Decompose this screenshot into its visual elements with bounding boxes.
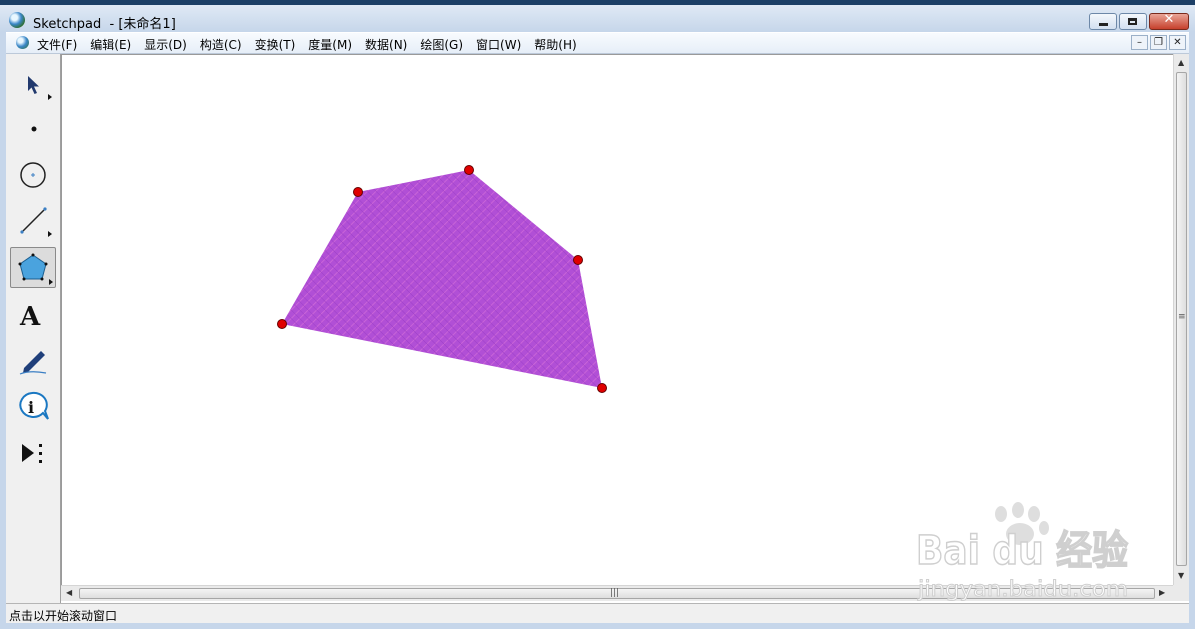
arrow-icon: [28, 76, 52, 100]
polygon-icon: [18, 253, 53, 285]
maximize-button[interactable]: [1119, 13, 1147, 30]
menu-bar: 文件(F) 编辑(E) 显示(D) 构造(C) 变换(T) 度量(M) 数据(N…: [6, 33, 1189, 54]
polygon-tool[interactable]: [10, 247, 56, 288]
doc-minimize-button[interactable]: –: [1131, 35, 1148, 50]
minimize-icon: [1099, 23, 1108, 26]
custom-tool[interactable]: [10, 432, 56, 473]
menu-measure[interactable]: 度量(M): [308, 36, 352, 53]
scroll-corner: [1173, 585, 1189, 601]
vertex-point[interactable]: [353, 187, 363, 197]
scroll-left-arrow-icon[interactable]: ◀: [66, 588, 72, 598]
window-controls: ✕: [1089, 12, 1189, 30]
menu-transform[interactable]: 变换(T): [255, 36, 296, 53]
vertical-scrollbar[interactable]: ▲ ≡ ▼: [1173, 54, 1189, 585]
polygon-interior[interactable]: [282, 170, 602, 388]
scroll-down-arrow-icon[interactable]: ▼: [1178, 571, 1184, 581]
baidu-watermark: Bai du 经验 jingyan.baidu.com: [916, 502, 1129, 602]
window-title: Sketchpad - [未命名1]: [33, 17, 176, 32]
vertex-point[interactable]: [464, 165, 474, 175]
menu-display[interactable]: 显示(D): [144, 36, 187, 53]
menu-window[interactable]: 窗口(W): [476, 36, 521, 53]
arrow-tool[interactable]: [10, 64, 56, 105]
window-frame-bottom: [0, 623, 1195, 629]
title-bar[interactable]: Sketchpad - [未命名1] ✕: [0, 5, 1195, 32]
minimize-button[interactable]: [1089, 13, 1117, 30]
toolbox: A i: [6, 54, 61, 603]
vertical-scroll-thumb[interactable]: ≡: [1176, 72, 1187, 566]
document-window-controls: – ❐ ✕: [1131, 35, 1186, 50]
vertex-point[interactable]: [277, 319, 287, 329]
svg-text:A: A: [19, 302, 41, 332]
restore-icon: [1128, 18, 1137, 25]
compass-icon: [20, 162, 46, 188]
menu-file[interactable]: 文件(F): [37, 36, 77, 53]
menu-help[interactable]: 帮助(H): [534, 36, 576, 53]
information-tool[interactable]: i: [10, 386, 56, 427]
custom-tool-icon: [22, 444, 42, 463]
point-tool[interactable]: [10, 109, 56, 150]
marker-tool[interactable]: [10, 340, 56, 381]
close-icon: ✕: [1163, 12, 1175, 27]
document-icon[interactable]: [16, 36, 29, 49]
text-tool[interactable]: A: [10, 294, 56, 335]
app-icon: [9, 12, 25, 28]
grip-icon: |||: [610, 588, 620, 598]
svg-text:i: i: [28, 398, 34, 417]
vertex-point[interactable]: [573, 255, 583, 265]
vertex-point[interactable]: [597, 383, 607, 393]
straightedge-icon: [20, 207, 52, 237]
menu-graph[interactable]: 绘图(G): [420, 36, 463, 53]
menu-items: 文件(F) 编辑(E) 显示(D) 构造(C) 变换(T) 度量(M) 数据(N…: [37, 36, 590, 53]
compass-tool[interactable]: [10, 154, 56, 195]
grip-icon: ≡: [1178, 312, 1186, 322]
status-text: 点击以开始滚动窗口: [9, 609, 118, 623]
doc-close-button[interactable]: ✕: [1169, 35, 1186, 50]
watermark-url: jingyan.baidu.com: [917, 577, 1128, 601]
menu-construct[interactable]: 构造(C): [200, 36, 242, 53]
watermark-brand: Bai du 经验: [916, 528, 1128, 574]
scroll-right-arrow-icon[interactable]: ▶: [1159, 588, 1165, 598]
window-frame-right: [1189, 32, 1195, 623]
text-icon: A: [19, 302, 41, 332]
marker-icon: [19, 351, 47, 375]
close-button[interactable]: ✕: [1149, 12, 1189, 30]
straightedge-tool[interactable]: [10, 200, 56, 241]
info-icon: i: [19, 391, 49, 420]
doc-restore-button[interactable]: ❐: [1150, 35, 1167, 50]
point-icon: [31, 126, 37, 132]
menu-data[interactable]: 数据(N): [365, 36, 407, 53]
menu-edit[interactable]: 编辑(E): [90, 36, 131, 53]
scroll-up-arrow-icon[interactable]: ▲: [1178, 58, 1184, 68]
